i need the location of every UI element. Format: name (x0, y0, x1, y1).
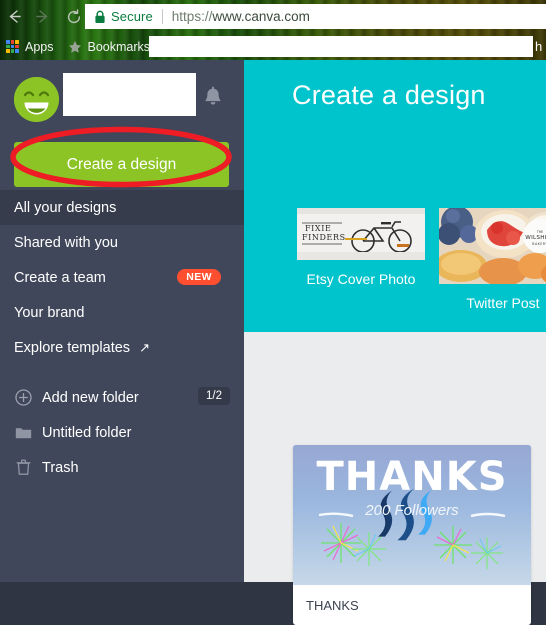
lock-icon (94, 10, 106, 24)
sidebar-item-shared-with-you[interactable]: Shared with you (0, 225, 244, 260)
create-design-button[interactable]: Create a design (14, 142, 229, 187)
omnibox-divider (161, 9, 163, 24)
sidebar-item-all-your-designs[interactable]: All your designs (0, 190, 262, 225)
svg-text:FIXIE: FIXIE (305, 224, 331, 233)
username-redacted (63, 73, 196, 116)
address-bar[interactable]: Secure https://www.canva.com (85, 4, 546, 29)
apps-grid-icon (6, 40, 19, 53)
template-thumbnail: THE WILSHIRE BAKERY (439, 208, 546, 284)
sidebar-item-label: Trash (42, 459, 79, 476)
reload-icon (65, 8, 83, 26)
folder-count-badge: 1/2 (198, 387, 230, 405)
design-card[interactable]: THANKS 200 Followers THANKS (293, 445, 531, 625)
template-thumbnail: FIXIE FINDERS (297, 208, 425, 260)
back-button[interactable] (0, 3, 28, 31)
sidebar-item-label: All your designs (14, 199, 117, 216)
canva-page: Create a design All your designs Shared … (0, 60, 546, 625)
design-subline: 200 Followers (365, 502, 459, 519)
svg-text:THE: THE (536, 230, 543, 234)
url-scheme: https:// (171, 9, 213, 24)
main-content: Create a design FIXIE FINDERS Etsy Cover… (244, 60, 546, 625)
star-icon (68, 40, 82, 54)
account-row (0, 72, 244, 128)
secure-label: Secure (111, 9, 153, 24)
svg-text:BAKERY: BAKERY (532, 242, 546, 246)
sidebar-nav: All your designs Shared with you Create … (0, 190, 262, 365)
url-host: www.canva.com (212, 9, 310, 24)
design-headline: THANKS (316, 454, 508, 500)
page-title: Create a design (292, 80, 486, 110)
folder-icon (14, 423, 33, 442)
template-card-twitter-post[interactable]: THE WILSHIRE BAKERY Twitter Post (439, 208, 546, 311)
sidebar-item-trash[interactable]: Trash (0, 450, 244, 485)
bookmarks-label: Bookmarks (87, 39, 151, 54)
new-badge: NEW (177, 269, 221, 285)
sidebar-item-create-a-team[interactable]: Create a team NEW (0, 260, 244, 295)
bookmark-redacted-field[interactable] (149, 36, 533, 57)
browser-chrome: Secure https://www.canva.com Apps Bookma… (0, 0, 546, 60)
apps-shortcut[interactable]: Apps (0, 40, 54, 54)
template-label: Twitter Post (466, 295, 540, 311)
sidebar-item-label: Create a team (14, 269, 106, 286)
apps-label: Apps (25, 39, 54, 54)
url-text: https://www.canva.com (172, 9, 310, 24)
forward-arrow-icon (33, 7, 52, 26)
smiley-avatar-icon (14, 77, 59, 122)
external-link-icon: ↗ (139, 339, 150, 355)
template-card-etsy-cover-photo[interactable]: FIXIE FINDERS Etsy Cover Photo (297, 208, 425, 287)
sidebar-folders: Add new folder 1/2 Untitled folder Trash (0, 380, 244, 485)
bell-icon (203, 86, 223, 114)
back-arrow-icon (5, 7, 24, 26)
design-thumbnail: THANKS 200 Followers (293, 445, 531, 585)
sidebar-item-explore-templates[interactable]: Explore templates ↗ (0, 330, 244, 365)
designs-area: THANKS 200 Followers THANKS (244, 332, 546, 625)
sidebar-item-label: Your brand (14, 304, 85, 321)
svg-text:FINDERS: FINDERS (302, 233, 346, 242)
create-design-wrap: Create a design (0, 134, 244, 196)
reload-button[interactable] (60, 3, 88, 31)
avatar[interactable] (14, 77, 59, 122)
sidebar-item-label: Explore templates (14, 339, 131, 356)
template-row: FIXIE FINDERS Etsy Cover Photo THE WILSH… (244, 208, 546, 318)
hero-panel: Create a design FIXIE FINDERS Etsy Cover… (244, 60, 546, 332)
notifications-button[interactable] (203, 86, 223, 110)
template-label: Etsy Cover Photo (306, 271, 416, 287)
sidebar-item-label: Untitled folder (42, 424, 132, 441)
plus-circle-icon (14, 388, 33, 407)
sidebar-item-label: Add new folder (42, 389, 139, 406)
sidebar-item-untitled-folder[interactable]: Untitled folder (0, 415, 244, 450)
forward-button[interactable] (28, 3, 56, 31)
sidebar-item-label: Shared with you (14, 234, 118, 251)
sidebar: Create a design All your designs Shared … (0, 60, 262, 582)
design-title: THANKS (306, 597, 359, 613)
sidebar-item-your-brand[interactable]: Your brand (0, 295, 244, 330)
bookmarks-folder[interactable]: Bookmarks (54, 39, 151, 54)
svg-text:WILSHIRE: WILSHIRE (525, 235, 546, 241)
bookmarks-overflow-text: h (535, 39, 543, 54)
sidebar-item-add-new-folder[interactable]: Add new folder 1/2 (0, 380, 244, 415)
trash-icon (14, 458, 33, 477)
bookmarks-bar: Apps Bookmarks (0, 33, 546, 60)
browser-toolbar: Secure https://www.canva.com (0, 0, 546, 33)
